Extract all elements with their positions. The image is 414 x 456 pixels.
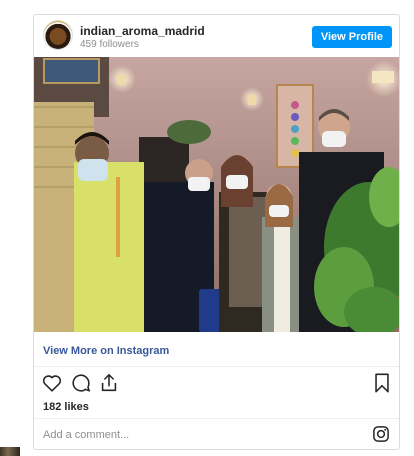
- comment-input[interactable]: [43, 426, 363, 444]
- divider: [34, 418, 399, 419]
- username[interactable]: indian_aroma_madrid: [80, 24, 205, 38]
- avatar[interactable]: [44, 21, 72, 49]
- action-bar: [34, 372, 399, 396]
- comment-icon[interactable]: [70, 372, 92, 394]
- instagram-icon[interactable]: [372, 425, 390, 443]
- partial-thumbnail: [0, 447, 20, 456]
- share-icon[interactable]: [98, 372, 120, 394]
- heart-icon[interactable]: [41, 372, 63, 394]
- bookmark-icon[interactable]: [371, 372, 393, 394]
- like-count: 182 likes: [43, 401, 89, 413]
- divider: [34, 366, 399, 367]
- post-photo[interactable]: [34, 57, 400, 332]
- post-header: indian_aroma_madrid 459 followers View P…: [34, 15, 399, 57]
- view-profile-button[interactable]: View Profile: [311, 26, 392, 48]
- follower-count: 459 followers: [80, 39, 139, 50]
- instagram-embed-card: indian_aroma_madrid 459 followers View P…: [33, 14, 400, 450]
- view-more-link[interactable]: View More on Instagram: [43, 345, 169, 357]
